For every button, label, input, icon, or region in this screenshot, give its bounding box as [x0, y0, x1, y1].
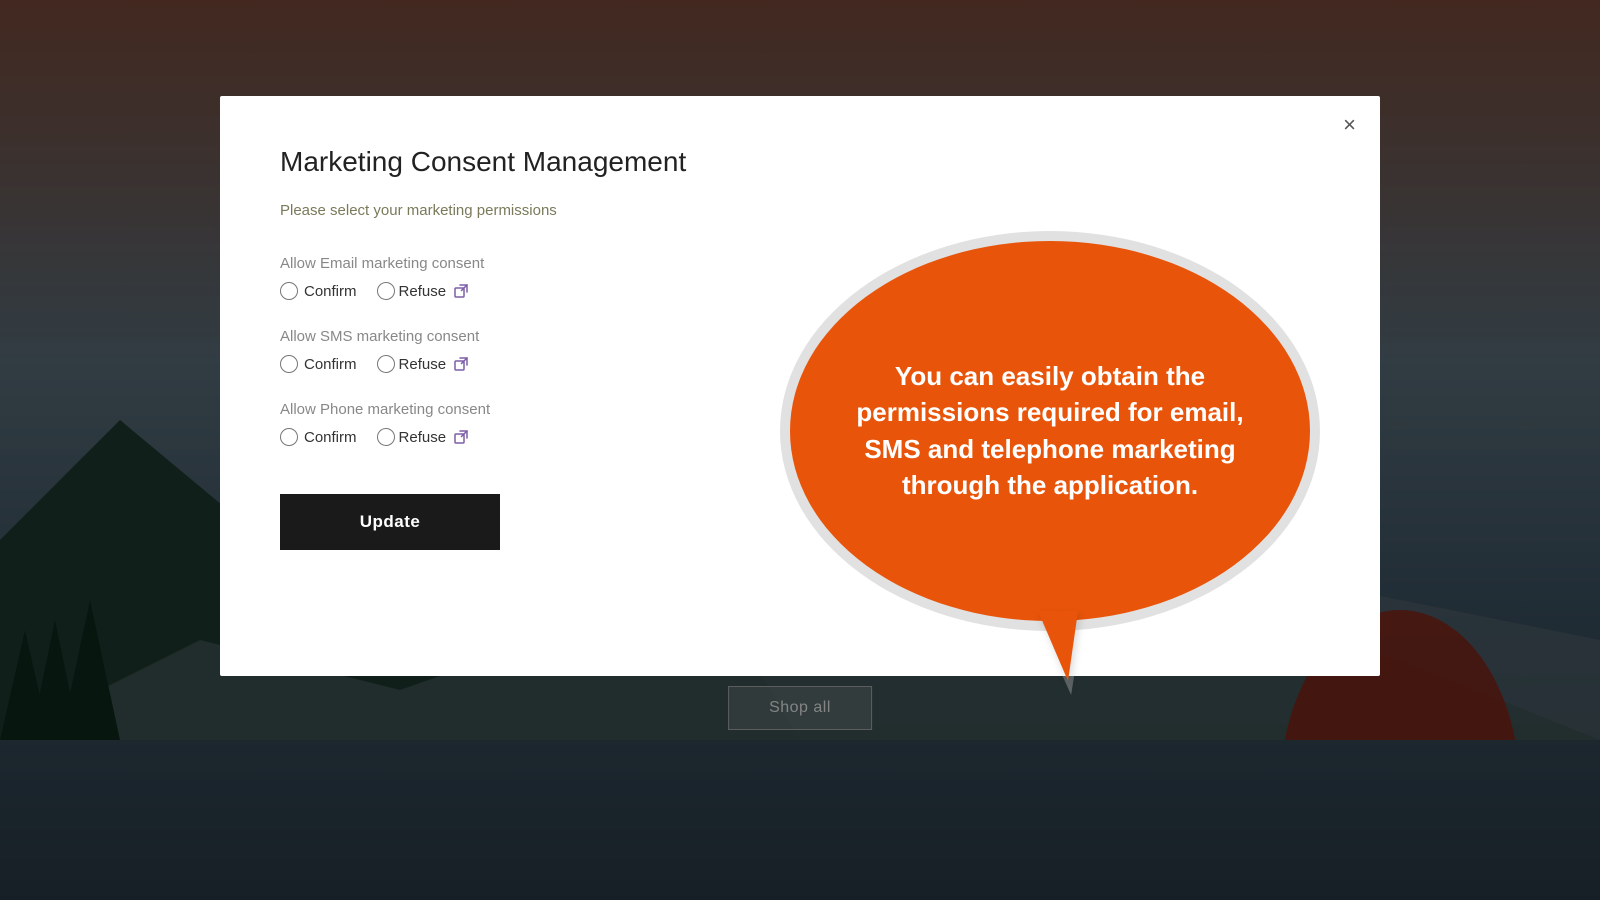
update-button[interactable]: Update: [280, 494, 500, 550]
email-refuse-label: Refuse: [399, 283, 447, 300]
phone-refuse-option[interactable]: Refuse: [377, 428, 469, 446]
phone-refuse-radio[interactable]: [377, 428, 395, 446]
phone-confirm-radio[interactable]: [280, 428, 298, 446]
email-external-link-icon: [454, 284, 468, 298]
email-radio-row: Confirm Refuse: [280, 282, 780, 300]
email-confirm-option[interactable]: Confirm: [280, 282, 357, 300]
email-consent-group: Allow Email marketing consent Confirm Re…: [280, 255, 780, 300]
bubble-section: You can easily obtain the permissions re…: [780, 235, 1320, 626]
phone-radio-row: Confirm Refuse: [280, 428, 780, 446]
sms-refuse-label: Refuse: [399, 356, 447, 373]
sms-consent-group: Allow SMS marketing consent Confirm Refu…: [280, 328, 780, 373]
sms-external-link-icon: [454, 357, 468, 371]
email-refuse-option[interactable]: Refuse: [377, 282, 469, 300]
phone-refuse-label: Refuse: [399, 429, 447, 446]
sms-confirm-label: Confirm: [304, 356, 357, 373]
speech-bubble: You can easily obtain the permissions re…: [790, 241, 1310, 621]
email-consent-label: Allow Email marketing consent: [280, 255, 780, 272]
modal-title: Marketing Consent Management: [280, 146, 1320, 178]
phone-consent-label: Allow Phone marketing consent: [280, 401, 780, 418]
phone-confirm-label: Confirm: [304, 429, 357, 446]
email-confirm-label: Confirm: [304, 283, 357, 300]
email-confirm-radio[interactable]: [280, 282, 298, 300]
close-button[interactable]: ×: [1343, 114, 1356, 136]
sms-confirm-option[interactable]: Confirm: [280, 355, 357, 373]
form-section: Allow Email marketing consent Confirm Re…: [280, 255, 780, 626]
sms-confirm-radio[interactable]: [280, 355, 298, 373]
modal-dialog: × Marketing Consent Management Please se…: [220, 96, 1380, 676]
sms-consent-label: Allow SMS marketing consent: [280, 328, 780, 345]
sms-refuse-option[interactable]: Refuse: [377, 355, 469, 373]
phone-confirm-option[interactable]: Confirm: [280, 428, 357, 446]
modal-subtitle: Please select your marketing permissions: [280, 202, 1320, 219]
email-refuse-radio[interactable]: [377, 282, 395, 300]
phone-external-link-icon: [454, 430, 468, 444]
bubble-text: You can easily obtain the permissions re…: [840, 358, 1260, 504]
modal-overlay: × Marketing Consent Management Please se…: [0, 0, 1600, 900]
modal-body: Allow Email marketing consent Confirm Re…: [280, 255, 1320, 626]
phone-consent-group: Allow Phone marketing consent Confirm Re…: [280, 401, 780, 446]
sms-radio-row: Confirm Refuse: [280, 355, 780, 373]
sms-refuse-radio[interactable]: [377, 355, 395, 373]
